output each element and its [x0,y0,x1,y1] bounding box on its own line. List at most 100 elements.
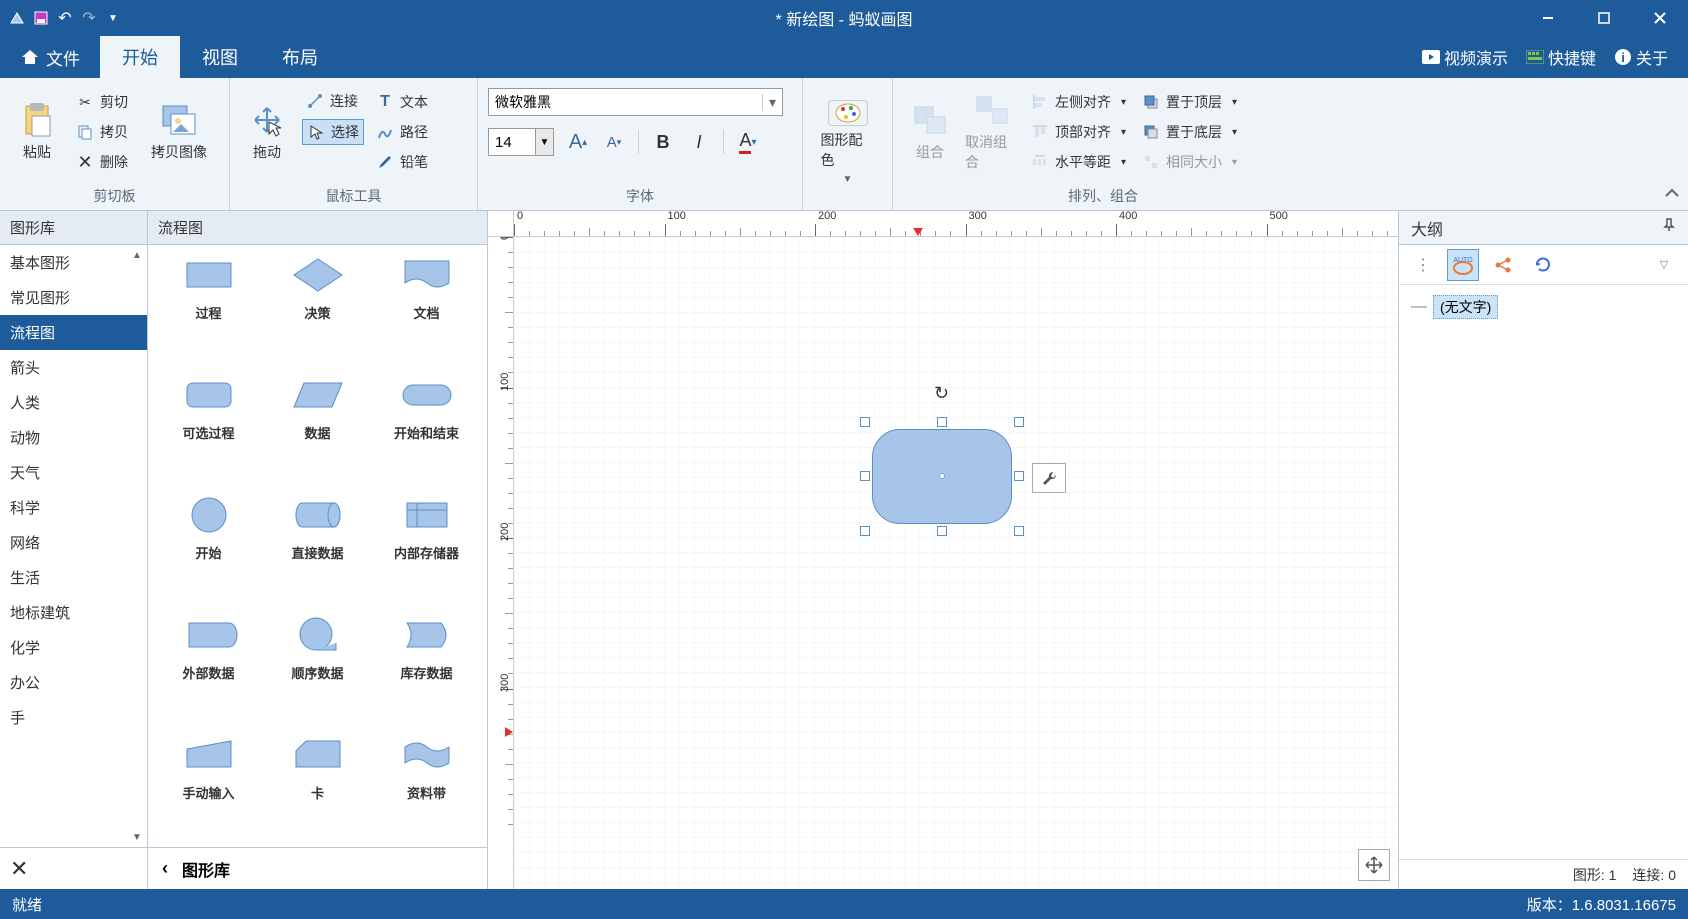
category-list[interactable]: ▲ ▼ 基本图形常见图形流程图箭头人类动物天气科学网络生活地标建筑化学办公手 [0,245,147,847]
resize-handle-mr[interactable] [1014,471,1024,481]
tree-item-label[interactable]: (无文字) [1433,295,1498,319]
shape-item[interactable]: 手动输入 [158,735,259,837]
shape-item[interactable]: 决策 [267,255,368,357]
resize-handle-tl[interactable] [860,417,870,427]
video-demo-link[interactable]: 视频演示 [1422,45,1508,69]
shape-item[interactable]: 内部存储器 [376,495,477,597]
category-item[interactable]: 生活 [0,560,147,595]
cut-button[interactable]: ✂剪切 [72,90,132,114]
chevron-left-icon[interactable]: ‹ [162,858,168,879]
category-item[interactable]: 天气 [0,455,147,490]
save-icon[interactable] [32,9,50,27]
category-item[interactable]: 常见图形 [0,280,147,315]
font-increase-button[interactable]: A▴ [566,130,590,154]
align-left-button[interactable]: 左侧对齐▾ [1027,90,1130,114]
shape-color-button[interactable]: 图形配色 ▼ [821,101,875,183]
category-item[interactable]: 手 [0,700,147,735]
ungroup-button[interactable]: 取消组合 [965,91,1019,173]
shape-item[interactable]: 直接数据 [267,495,368,597]
resize-handle-bl[interactable] [860,526,870,536]
ruler-vertical[interactable]: 0100200300 [488,237,514,889]
category-item[interactable]: 科学 [0,490,147,525]
align-top-button[interactable]: 顶部对齐▾ [1027,120,1130,144]
outline-refresh-button[interactable] [1527,249,1559,281]
about-link[interactable]: i 关于 [1614,45,1668,69]
shape-item[interactable]: 开始和结束 [376,375,477,477]
category-item[interactable]: 箭头 [0,350,147,385]
select-button[interactable]: 选择 [302,119,364,145]
shapes-grid[interactable]: 过程决策文档可选过程数据开始和结束开始直接数据内部存储器外部数据顺序数据库存数据… [148,245,487,847]
category-item[interactable]: 基本图形 [0,245,147,280]
chevron-down-icon[interactable]: ▼ [536,128,554,156]
bring-front-button[interactable]: 置于顶层▾ [1138,90,1241,114]
minimize-button[interactable] [1520,0,1576,36]
outline-options-button[interactable]: ▽ [1648,249,1680,281]
category-item[interactable]: 地标建筑 [0,595,147,630]
close-button[interactable] [1632,0,1688,36]
shape-item[interactable]: 顺序数据 [267,615,368,717]
paste-button[interactable]: 粘贴 [10,91,64,173]
drag-button[interactable]: 拖动 [240,91,294,173]
canvas-pan-button[interactable] [1358,849,1390,881]
qat-dropdown-icon[interactable]: ▼ [104,9,122,27]
send-back-button[interactable]: 置于底层▾ [1138,120,1241,144]
font-size-combo[interactable]: 14 [488,128,536,156]
file-menu[interactable]: 文件 [0,36,100,78]
maximize-button[interactable] [1576,0,1632,36]
same-size-button[interactable]: 相同大小▾ [1138,150,1241,174]
ribbon-collapse-button[interactable] [1664,186,1684,206]
shape-item[interactable]: 过程 [158,255,259,357]
ruler-horizontal[interactable]: 0100200300400500 [514,211,1398,237]
font-color-button[interactable]: A ▾ [736,130,760,154]
shape-item[interactable]: 外部数据 [158,615,259,717]
scroll-up-icon[interactable]: ▲ [129,247,145,263]
pin-icon[interactable] [1662,218,1676,237]
resize-handle-br[interactable] [1014,526,1024,536]
category-item[interactable]: 办公 [0,665,147,700]
shape-item[interactable]: 可选过程 [158,375,259,477]
shape-item[interactable]: 资料带 [376,735,477,837]
resize-handle-tr[interactable] [1014,417,1024,427]
close-panel-button[interactable]: ✕ [10,856,28,882]
shape-item[interactable]: 开始 [158,495,259,597]
connect-button[interactable]: 连接 [302,89,364,113]
tab-start[interactable]: 开始 [100,36,180,78]
shape-item[interactable]: 数据 [267,375,368,477]
redo-icon[interactable]: ↷ [80,9,98,27]
selected-shape[interactable]: ↻ [872,429,1012,524]
outline-auto-button[interactable]: AUTO [1447,249,1479,281]
shape-item[interactable]: 库存数据 [376,615,477,717]
undo-icon[interactable]: ↶ [56,9,74,27]
resize-handle-bm[interactable] [937,526,947,536]
shape-item[interactable]: 文档 [376,255,477,357]
text-button[interactable]: T文本 [372,90,432,114]
distribute-h-button[interactable]: 水平等距▾ [1027,150,1130,174]
copy-button[interactable]: 拷贝 [72,120,132,144]
tree-collapse-icon[interactable]: — [1411,298,1427,316]
category-item[interactable]: 网络 [0,525,147,560]
category-item[interactable]: 化学 [0,630,147,665]
category-item[interactable]: 动物 [0,420,147,455]
resize-handle-tm[interactable] [937,417,947,427]
canvas[interactable]: ↻ [514,237,1398,889]
shape-item[interactable]: 卡 [267,735,368,837]
tab-view[interactable]: 视图 [180,36,260,78]
group-button[interactable]: 组合 [903,91,957,173]
scroll-down-icon[interactable]: ▼ [129,829,145,845]
font-decrease-button[interactable]: A▾ [602,130,626,154]
tree-item[interactable]: — (无文字) [1407,293,1680,321]
italic-button[interactable]: I [687,130,711,154]
category-item[interactable]: 人类 [0,385,147,420]
outline-share-button[interactable] [1487,249,1519,281]
tab-layout[interactable]: 布局 [260,36,340,78]
outline-menu-button[interactable]: ⋮ [1407,249,1439,281]
resize-handle-ml[interactable] [860,471,870,481]
outline-tree[interactable]: — (无文字) [1399,285,1688,859]
font-family-combo[interactable]: 微软雅黑 ▾ [488,88,783,116]
copy-image-button[interactable]: 拷贝图像 [140,91,218,173]
path-button[interactable]: 路径 [372,120,432,144]
shortcut-link[interactable]: 快捷键 [1526,45,1596,69]
shape-settings-button[interactable] [1032,463,1066,493]
bold-button[interactable]: B [651,130,675,154]
rotate-handle[interactable]: ↻ [934,383,949,404]
